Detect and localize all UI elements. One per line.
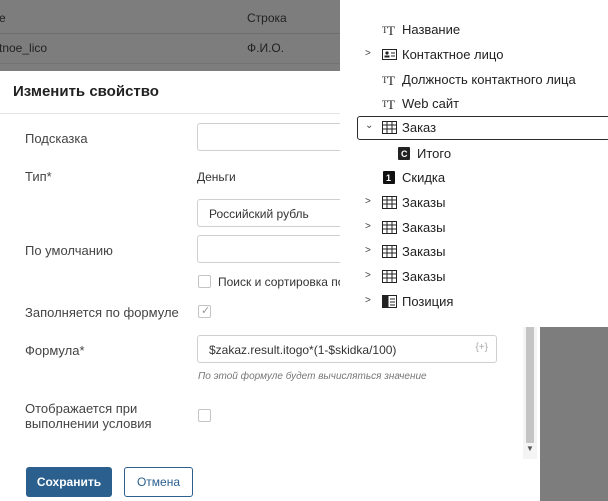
tree-item-label: Название	[402, 22, 461, 37]
tree-item-label: Скидка	[402, 170, 446, 185]
table-icon	[382, 245, 397, 258]
condition-label-line1: Отображается при	[25, 401, 138, 416]
tree-item-label: Контактное лицо	[402, 47, 504, 62]
tree-item[interactable]: > Контактное лицо	[340, 43, 608, 67]
background-row-cell: tnoe_lico	[0, 41, 48, 55]
svg-text:1: 1	[386, 173, 391, 183]
tree-item-label: Должность контактного лица	[402, 72, 576, 87]
text-icon: TT	[382, 73, 395, 86]
condition-label-line2: выполнении условия	[25, 416, 152, 431]
chevron-right-icon[interactable]: >	[365, 270, 371, 281]
tree-item[interactable]: > Заказы	[340, 265, 608, 289]
formula-filled-label: Заполняется по формуле	[25, 305, 179, 320]
tree-item[interactable]: > Заказы	[340, 191, 608, 215]
scroll-down-icon[interactable]: ▼	[526, 444, 534, 453]
formula-input-value: $zakaz.result.itogo*(1-$skidka/100)	[209, 343, 397, 357]
background-header-cell: Строка	[247, 11, 287, 25]
tree-item[interactable]: > Заказы	[340, 240, 608, 264]
type-value: Деньги	[197, 170, 236, 184]
svg-text:T: T	[387, 97, 395, 110]
svg-text:T: T	[387, 23, 395, 36]
hint-label: Подсказка	[25, 131, 88, 146]
tree-item-label: Заказы	[402, 220, 446, 235]
table-icon	[382, 270, 397, 283]
table-icon	[382, 121, 397, 134]
svg-text:T: T	[387, 73, 395, 86]
tree-item-selected[interactable]: ⌄ Заказ	[340, 116, 608, 140]
variable-tree-dropdown: TT Название > Контактное лицо TT Должнос…	[340, 0, 608, 327]
check-icon: ✓	[201, 305, 211, 317]
dialog-title: Изменить свойство	[13, 83, 159, 100]
tree-item-label: Заказы	[402, 195, 446, 210]
default-label: По умолчанию	[25, 243, 113, 258]
text-icon: TT	[382, 97, 395, 110]
tree-item-label: Позиция	[402, 294, 454, 309]
formula-filled-checkbox[interactable]: ✓	[198, 305, 211, 318]
condition-checkbox[interactable]	[198, 409, 211, 422]
currency-icon: C	[398, 147, 410, 160]
number-icon: 1	[383, 171, 395, 184]
document-icon	[382, 295, 397, 308]
formula-hint: По этой формуле будет вычисляться значен…	[198, 371, 427, 382]
chevron-right-icon[interactable]: >	[365, 295, 371, 306]
table-icon	[382, 196, 397, 209]
currency-select-value: Российский рубль	[209, 207, 309, 221]
background-row-cell: Ф.И.О.	[247, 41, 285, 55]
tree-item-label: Заказ	[402, 120, 437, 135]
tree-item[interactable]: TT Название	[340, 18, 608, 42]
insert-variable-icon[interactable]: {+}	[475, 342, 488, 353]
type-label: Тип*	[25, 169, 52, 184]
formula-label: Формула*	[25, 343, 85, 358]
chevron-right-icon[interactable]: >	[365, 48, 371, 59]
tree-item-label: Web сайт	[402, 96, 460, 111]
tree-item[interactable]: C Итого	[340, 142, 608, 166]
chevron-right-icon[interactable]: >	[365, 196, 371, 207]
formula-input[interactable]: $zakaz.result.itogo*(1-$skidka/100) {+}	[197, 335, 497, 363]
tree-item[interactable]: TT Должность контактного лица	[340, 68, 608, 92]
tree-item[interactable]: > Заказы	[340, 216, 608, 240]
text-icon: TT	[382, 23, 395, 36]
table-icon	[382, 221, 397, 234]
save-button[interactable]: Сохранить	[26, 467, 112, 497]
tree-item[interactable]: 1 Скидка	[340, 166, 608, 190]
chevron-right-icon[interactable]: >	[365, 221, 371, 232]
search-sort-label: Поиск и сортировка по	[218, 275, 345, 289]
tree-item[interactable]: TT Web сайт	[340, 92, 608, 116]
contact-card-icon	[382, 49, 397, 60]
tree-item[interactable]: > Позиция	[340, 290, 608, 314]
search-sort-checkbox[interactable]	[198, 275, 211, 288]
cancel-button[interactable]: Отмена	[124, 467, 193, 497]
svg-text:C: C	[401, 149, 408, 159]
background-header-cell: e	[0, 11, 6, 25]
tree-item-label: Итого	[417, 146, 452, 161]
chevron-right-icon[interactable]: >	[365, 245, 371, 256]
chevron-down-icon[interactable]: ⌄	[365, 120, 373, 131]
tree-item-label: Заказы	[402, 244, 446, 259]
tree-item-label: Заказы	[402, 269, 446, 284]
